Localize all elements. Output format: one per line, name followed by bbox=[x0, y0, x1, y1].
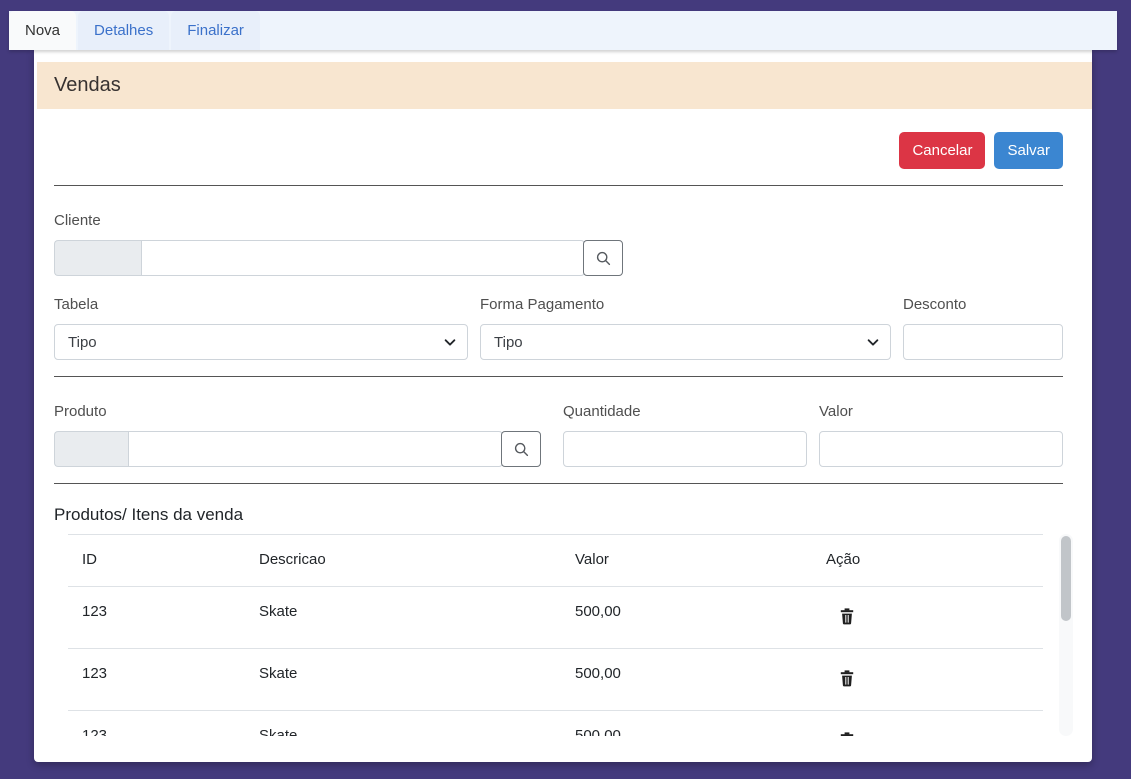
save-button[interactable]: Salvar bbox=[994, 132, 1063, 169]
produto-input[interactable] bbox=[128, 431, 503, 467]
cliente-search-button[interactable] bbox=[583, 240, 623, 276]
card-header: Vendas bbox=[37, 62, 1092, 109]
trash-icon bbox=[840, 608, 854, 625]
forma-pagamento-field: Forma Pagamento Tipo bbox=[480, 296, 891, 360]
cell-acao bbox=[812, 711, 1043, 737]
page-title: Vendas bbox=[54, 74, 121, 97]
quantidade-input[interactable] bbox=[563, 431, 807, 467]
cell-valor: 500,00 bbox=[561, 649, 812, 711]
forma-pagamento-select[interactable]: Tipo bbox=[480, 324, 891, 360]
produto-field: Produto bbox=[54, 403, 541, 467]
valor-label: Valor bbox=[819, 403, 1063, 421]
delete-item-button[interactable] bbox=[836, 730, 858, 736]
cell-descricao: Skate bbox=[245, 711, 561, 737]
divider bbox=[54, 185, 1063, 186]
action-buttons-row: Cancelar Salvar bbox=[54, 132, 1063, 169]
column-header-id: ID bbox=[68, 535, 245, 587]
produto-code-input bbox=[54, 431, 128, 467]
scrollbar-thumb[interactable] bbox=[1061, 536, 1071, 621]
desconto-field: Desconto bbox=[903, 296, 1063, 360]
tab-bar: Nova Detalhes Finalizar bbox=[9, 11, 1117, 50]
trash-icon bbox=[840, 732, 854, 736]
desconto-input[interactable] bbox=[903, 324, 1063, 360]
quantidade-label: Quantidade bbox=[563, 403, 807, 421]
tab-finalizar[interactable]: Finalizar bbox=[171, 11, 260, 50]
items-section-title: Produtos/ Itens da venda bbox=[54, 502, 1063, 528]
cell-valor: 500,00 bbox=[561, 587, 812, 649]
table-header-row: ID Descricao Valor Ação bbox=[68, 535, 1043, 587]
vendas-card: Vendas Cancelar Salvar Cliente bbox=[34, 50, 1092, 762]
tab-detalhes[interactable]: Detalhes bbox=[78, 11, 169, 50]
items-tbody: 123Skate500,00 123Skate500,00 123Skate50… bbox=[68, 587, 1043, 737]
forma-pagamento-label: Forma Pagamento bbox=[480, 296, 891, 314]
divider bbox=[54, 376, 1063, 377]
divider bbox=[54, 483, 1063, 484]
produto-label: Produto bbox=[54, 403, 541, 421]
cliente-input-group bbox=[54, 240, 623, 276]
cell-descricao: Skate bbox=[245, 649, 561, 711]
search-icon bbox=[595, 250, 612, 267]
quantidade-field: Quantidade bbox=[563, 403, 807, 467]
items-table: ID Descricao Valor Ação 123Skate500,00 1… bbox=[68, 534, 1043, 736]
cliente-field: Cliente bbox=[54, 212, 1063, 276]
table-scrollbar[interactable] bbox=[1059, 534, 1073, 736]
cliente-code-input bbox=[54, 240, 141, 276]
items-table-container: ID Descricao Valor Ação 123Skate500,00 1… bbox=[68, 534, 1073, 736]
cell-valor: 500,00 bbox=[561, 711, 812, 737]
table-row: 123Skate500,00 bbox=[68, 711, 1043, 737]
tabela-label: Tabela bbox=[54, 296, 468, 314]
tab-nova[interactable]: Nova bbox=[9, 11, 76, 50]
tabela-select[interactable]: Tipo bbox=[54, 324, 468, 360]
cliente-label: Cliente bbox=[54, 212, 1063, 230]
cancel-button[interactable]: Cancelar bbox=[899, 132, 985, 169]
cell-id: 123 bbox=[68, 587, 245, 649]
cell-id: 123 bbox=[68, 711, 245, 737]
trash-icon bbox=[840, 670, 854, 687]
cell-descricao: Skate bbox=[245, 587, 561, 649]
cell-acao bbox=[812, 649, 1043, 711]
card-content: Cancelar Salvar Cliente bbox=[34, 132, 1092, 736]
produto-search-button[interactable] bbox=[501, 431, 541, 467]
product-row: Produto Quantidade bbox=[54, 403, 1063, 467]
cliente-input[interactable] bbox=[141, 240, 585, 276]
cell-id: 123 bbox=[68, 649, 245, 711]
valor-field: Valor bbox=[819, 403, 1063, 467]
table-row: 123Skate500,00 bbox=[68, 587, 1043, 649]
delete-item-button[interactable] bbox=[836, 668, 858, 690]
produto-input-group bbox=[54, 431, 541, 467]
tabela-field: Tabela Tipo bbox=[54, 296, 468, 360]
payment-row: Tabela Tipo Forma Pagamento Tipo bbox=[54, 296, 1063, 360]
table-row: 123Skate500,00 bbox=[68, 649, 1043, 711]
column-header-valor: Valor bbox=[561, 535, 812, 587]
desconto-label: Desconto bbox=[903, 296, 1063, 314]
cell-acao bbox=[812, 587, 1043, 649]
valor-input[interactable] bbox=[819, 431, 1063, 467]
search-icon bbox=[513, 441, 530, 458]
column-header-descricao: Descricao bbox=[245, 535, 561, 587]
delete-item-button[interactable] bbox=[836, 606, 858, 628]
column-header-acao: Ação bbox=[812, 535, 1043, 587]
